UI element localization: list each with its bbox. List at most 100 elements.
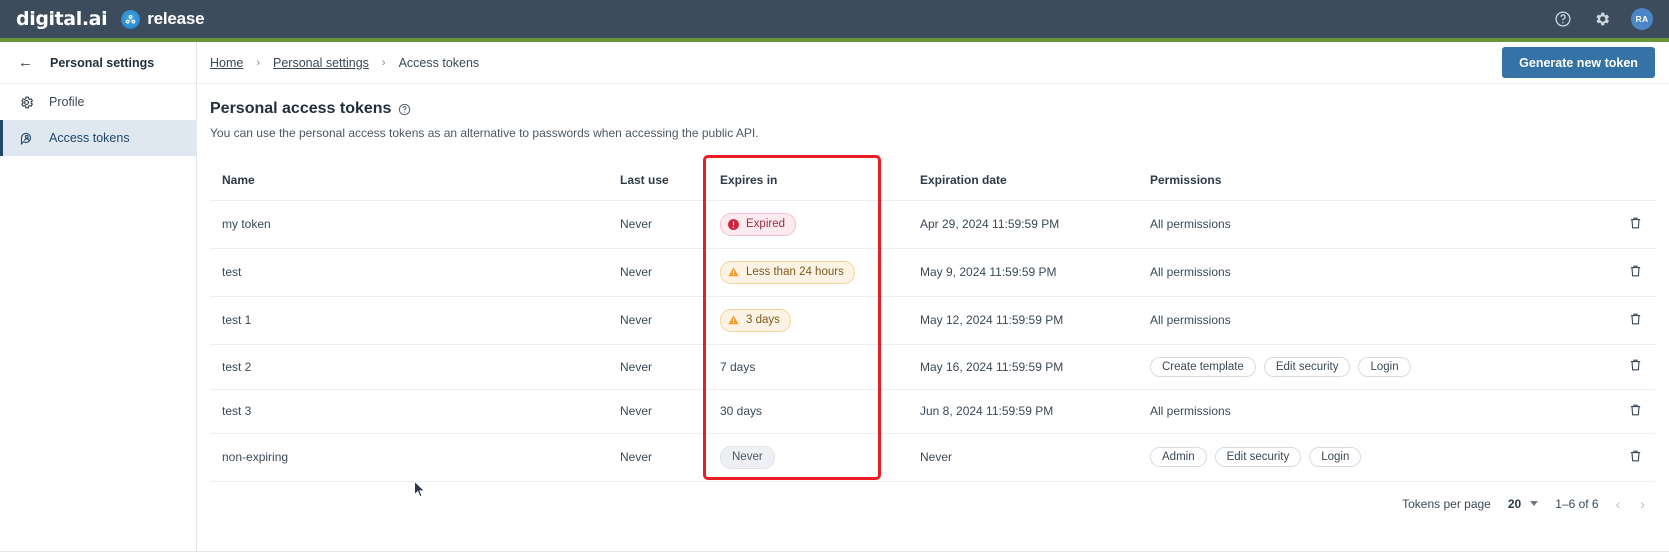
- page-body: ← Personal settings Profile Access token…: [0, 42, 1669, 552]
- help-circle-icon[interactable]: [398, 103, 411, 116]
- permissions-text: All permissions: [1150, 313, 1231, 328]
- cell-expiration-date: Never: [920, 433, 1150, 482]
- expires-in-text: 30 days: [720, 404, 763, 419]
- cell-expires-in: 3 days: [720, 296, 920, 345]
- cell-last-use: Never: [620, 200, 720, 249]
- cell-permissions: All permissions: [1150, 248, 1595, 297]
- sidebar-item-access-tokens[interactable]: Access tokens: [0, 120, 196, 156]
- column-header-permissions: Permissions: [1150, 159, 1595, 201]
- gear-icon[interactable]: [1592, 10, 1611, 29]
- permission-chip-list: Create template Edit security Login: [1150, 356, 1595, 377]
- top-bar-actions: RA: [1553, 8, 1653, 30]
- cell-actions: [1594, 389, 1655, 434]
- brand-release: release: [121, 9, 205, 29]
- cell-last-use: Never: [620, 296, 720, 345]
- per-page-select[interactable]: 20: [1507, 496, 1539, 511]
- permissions-text: All permissions: [1150, 404, 1231, 419]
- cell-token-name: test 3: [210, 389, 620, 434]
- cell-actions: [1594, 296, 1655, 345]
- cell-expires-in: Never: [720, 433, 920, 482]
- cell-actions: [1594, 248, 1655, 297]
- cell-last-use: Never: [620, 389, 720, 434]
- status-badge-label: Expired: [746, 218, 785, 230]
- back-arrow-icon[interactable]: ←: [18, 55, 33, 70]
- user-key-icon: [18, 130, 34, 146]
- sidebar: ← Personal settings Profile Access token…: [0, 42, 197, 552]
- error-circle-icon: [727, 218, 740, 231]
- trash-icon[interactable]: [1628, 263, 1643, 279]
- cell-actions: [1594, 344, 1655, 390]
- cell-token-name: non-expiring: [210, 433, 620, 482]
- cell-expires-in: 7 days: [720, 344, 920, 390]
- permission-chip[interactable]: Login: [1309, 447, 1362, 468]
- table-row: test 1 Never 3 days May 12, 2024 11:59:59 P…: [210, 296, 1655, 345]
- prev-page-icon[interactable]: ‹: [1616, 497, 1621, 511]
- brand-release-text: release: [147, 9, 205, 28]
- status-badge-label: Less than 24 hours: [746, 265, 844, 278]
- table-row: my token Never Expired Apr 29, 2024 11:59:5…: [210, 200, 1655, 249]
- cell-permissions: All permissions: [1150, 389, 1595, 434]
- warning-triangle-icon: [727, 314, 740, 326]
- trash-icon[interactable]: [1628, 215, 1643, 231]
- column-header-actions: [1594, 159, 1655, 201]
- table-row: test Never Less than 24 hours May 9, 2024 1…: [210, 248, 1655, 297]
- status-badge: Less than 24 hours: [720, 260, 855, 284]
- release-mark-icon: [121, 9, 141, 29]
- avatar[interactable]: RA: [1631, 8, 1653, 30]
- per-page-label: Tokens per page: [1402, 496, 1491, 511]
- breadcrumb: Home › Personal settings › Access tokens: [210, 56, 479, 70]
- status-badge: 3 days: [720, 308, 791, 332]
- table-row: test 3 Never 30 days Jun 8, 2024 11:59:59 P…: [210, 389, 1655, 434]
- trash-icon[interactable]: [1628, 311, 1643, 327]
- cell-token-name: test: [210, 248, 620, 297]
- cell-expiration-date: Jun 8, 2024 11:59:59 PM: [920, 389, 1150, 434]
- breadcrumb-item-personal-settings[interactable]: Personal settings: [273, 56, 369, 70]
- trash-icon[interactable]: [1628, 448, 1643, 464]
- breadcrumb-separator-icon: ›: [256, 56, 261, 69]
- pagination-arrows: ‹ ›: [1616, 497, 1645, 511]
- generate-new-token-button[interactable]: Generate new token: [1502, 47, 1655, 78]
- cell-expiration-date: May 12, 2024 11:59:59 PM: [920, 296, 1150, 345]
- brand-logo[interactable]: digital.ai release: [16, 8, 205, 30]
- cell-last-use: Never: [620, 433, 720, 482]
- sidebar-header[interactable]: ← Personal settings: [0, 42, 196, 84]
- permission-chip[interactable]: Login: [1358, 356, 1411, 377]
- permission-chip[interactable]: Create template: [1150, 356, 1256, 377]
- expires-in-text: 7 days: [720, 359, 756, 374]
- table-row: test 2 Never 7 days May 16, 2024 11:59:59 P…: [210, 344, 1655, 390]
- permission-chip[interactable]: Edit security: [1263, 356, 1351, 377]
- help-circle-icon[interactable]: [1553, 10, 1572, 29]
- breadcrumb-bar: Home › Personal settings › Access tokens…: [197, 42, 1669, 84]
- trash-icon[interactable]: [1628, 357, 1643, 373]
- cell-expiration-date: Apr 29, 2024 11:59:59 PM: [920, 200, 1150, 249]
- next-page-icon[interactable]: ›: [1640, 497, 1645, 511]
- per-page-value: 20: [1507, 496, 1522, 511]
- table-header-row: Name Last use Expires in Expiration date…: [210, 159, 1655, 201]
- page-title-row: Personal access tokens: [210, 100, 1655, 118]
- permission-chip[interactable]: Edit security: [1214, 447, 1302, 468]
- cell-token-name: test 1: [210, 296, 620, 345]
- pagination-range: 1–6 of 6: [1555, 496, 1599, 511]
- permission-chip-list: Admin Edit security Login: [1150, 447, 1595, 468]
- cell-expiration-date: May 16, 2024 11:59:59 PM: [920, 344, 1150, 390]
- cell-expires-in: Less than 24 hours: [720, 248, 920, 297]
- breadcrumb-item-access-tokens: Access tokens: [398, 55, 480, 70]
- cell-permissions: All permissions: [1150, 200, 1595, 249]
- breadcrumb-item-home[interactable]: Home: [210, 56, 243, 70]
- cell-expires-in: Expired: [720, 200, 920, 249]
- top-bar: digital.ai release RA: [0, 0, 1669, 38]
- cell-permissions: All permissions: [1150, 296, 1595, 345]
- column-header-name: Name: [210, 159, 620, 201]
- gear-icon: [18, 94, 34, 110]
- cell-actions: [1594, 200, 1655, 249]
- permission-chip[interactable]: Admin: [1150, 447, 1207, 468]
- app-window: digital.ai release RA ← Personal setting…: [0, 0, 1669, 552]
- status-badge-label: 3 days: [746, 313, 780, 326]
- sidebar-item-profile[interactable]: Profile: [0, 84, 196, 120]
- page-title: Personal access tokens: [210, 100, 392, 117]
- trash-icon[interactable]: [1628, 402, 1643, 418]
- sidebar-title: Personal settings: [50, 55, 155, 70]
- status-badge-label: Never: [732, 450, 763, 463]
- brand-digitalai-text: digital.ai: [16, 8, 108, 30]
- chevron-down-icon: [1530, 501, 1539, 507]
